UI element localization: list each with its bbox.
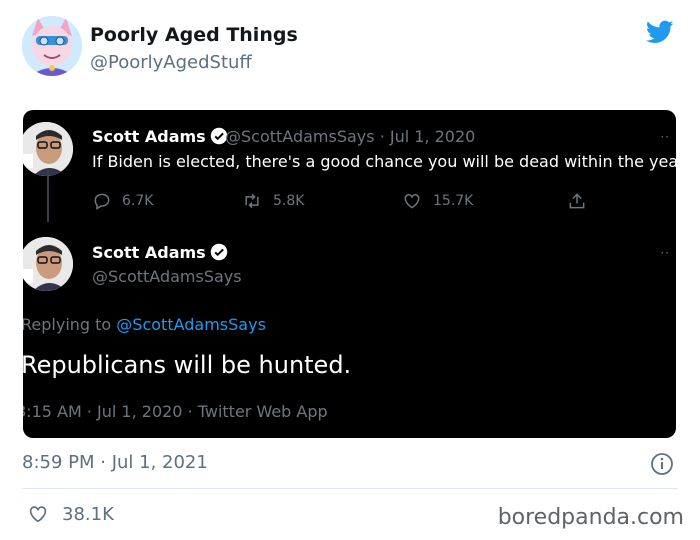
like-count: 15.7K <box>433 193 474 209</box>
thread-connector <box>47 170 49 222</box>
quoted-author-name[interactable]: Scott Adams <box>92 127 228 146</box>
retweet-count: 5.8K <box>273 193 305 209</box>
profile-photo-icon <box>23 122 73 176</box>
quoted-handle-date[interactable]: @ScottAdamsSays · Jul 1, 2020 <box>225 127 475 146</box>
replying-to-link[interactable]: @ScottAdamsSays <box>116 315 266 334</box>
like-action[interactable]: 15.7K <box>401 190 473 212</box>
reply-author-name[interactable]: Scott Adams <box>92 243 228 262</box>
divider <box>22 488 678 489</box>
profile-photo-icon <box>23 237 73 291</box>
more-icon[interactable]: ·· <box>660 131 670 143</box>
heart-icon <box>404 193 420 209</box>
display-name[interactable]: Poorly Aged Things <box>90 24 298 46</box>
more-icon[interactable]: ·· <box>660 247 670 259</box>
quoted-tweet-text: If Biden is elected, there's a good chan… <box>92 152 676 171</box>
reply-icon <box>94 193 110 210</box>
like-count: 38.1K <box>62 503 114 525</box>
reply-author-handle[interactable]: @ScottAdamsSays <box>92 267 242 286</box>
reply-timestamp[interactable]: 8:15 AM · Jul 1, 2020 · Twitter Web App <box>23 402 328 421</box>
user-handle[interactable]: @PoorlyAgedStuff <box>90 52 252 73</box>
embedded-tweet-screenshot: Scott Adams @ScottAdamsSays · Jul 1, 202… <box>23 110 676 438</box>
watermark: boredpanda.com <box>497 505 684 530</box>
twitter-bird-icon[interactable] <box>644 18 676 46</box>
like-button[interactable]: 38.1K <box>26 503 114 525</box>
avatar[interactable] <box>23 122 73 176</box>
reply-action[interactable]: 6.7K <box>92 190 153 212</box>
verified-badge-icon <box>210 243 227 261</box>
share-icon <box>569 193 585 209</box>
replying-to-line: Replying to @ScottAdamsSays <box>23 315 266 334</box>
tweet-timestamp[interactable]: 8:59 PM · Jul 1, 2021 <box>22 452 208 473</box>
heart-icon <box>29 506 47 523</box>
avatar[interactable] <box>22 16 82 76</box>
outer-tweet-header: Poorly Aged Things @PoorlyAgedStuff <box>22 16 682 80</box>
retweet-icon <box>245 193 259 209</box>
cartoon-avatar-icon <box>22 16 82 76</box>
avatar[interactable] <box>23 237 73 291</box>
reply-tweet-text: Republicans will be hunted. <box>23 351 352 379</box>
info-icon[interactable] <box>650 452 674 476</box>
share-action[interactable] <box>566 190 598 212</box>
retweet-action[interactable]: 5.8K <box>241 190 304 212</box>
reply-count: 6.7K <box>122 193 154 209</box>
